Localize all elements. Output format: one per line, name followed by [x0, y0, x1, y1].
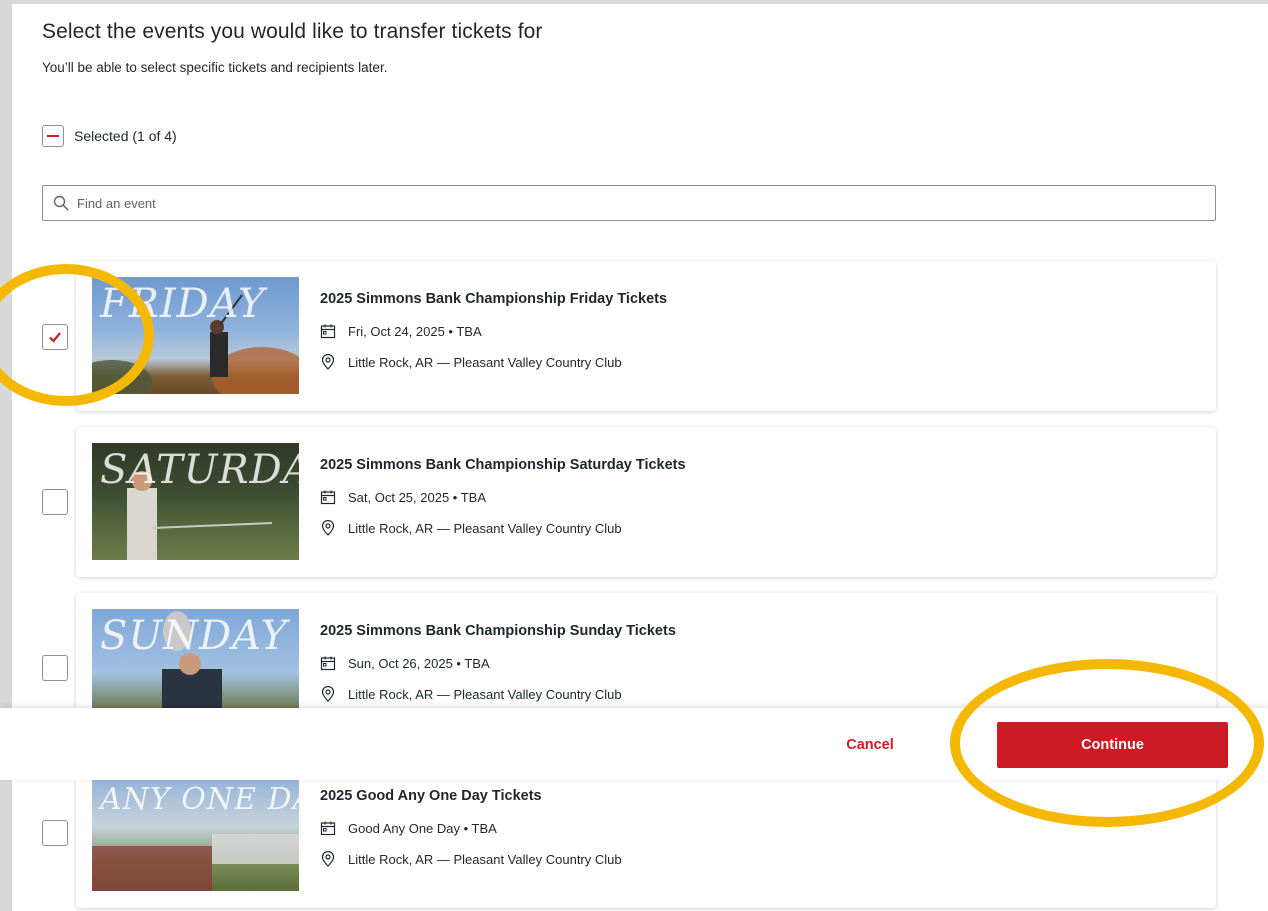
event-title: 2025 Simmons Bank Championship Friday Ti…: [320, 291, 668, 307]
thumbnail-day-label: FRIDAY: [100, 281, 266, 327]
event-date: Fri, Oct 24, 2025 • TBA: [348, 323, 482, 339]
action-footer: Cancel Continue: [0, 708, 1268, 780]
event-title: 2025 Simmons Bank Championship Saturday …: [320, 457, 686, 473]
event-location: Little Rock, AR — Pleasant Valley Countr…: [348, 686, 622, 702]
event-thumbnail: SATURDAY: [92, 443, 299, 560]
checkmark-icon: [49, 332, 61, 343]
calendar-icon: [320, 821, 336, 836]
event-location-row: Little Rock, AR — Pleasant Valley Countr…: [320, 686, 622, 702]
location-pin-icon: [321, 686, 335, 702]
event-date: Sat, Oct 25, 2025 • TBA: [348, 489, 486, 505]
minus-icon: [47, 134, 59, 138]
event-location: Little Rock, AR — Pleasant Valley Countr…: [348, 851, 622, 867]
event-location-row: Little Rock, AR — Pleasant Valley Countr…: [320, 354, 622, 370]
event-title: 2025 Good Any One Day Tickets: [320, 788, 542, 804]
thumbnail-day-label: ANY ONE DAY: [100, 782, 299, 817]
event-checkbox-sunday[interactable]: [42, 655, 68, 681]
event-date: Sun, Oct 26, 2025 • TBA: [348, 655, 490, 671]
selected-count: Selected (1 of 4): [74, 128, 177, 144]
thumbnail-day-label: SUNDAY: [100, 613, 288, 659]
indeterminate-checkbox[interactable]: [42, 125, 64, 147]
location-pin-icon: [321, 851, 335, 867]
thumbnail-day-label: SATURDAY: [100, 447, 299, 493]
event-checkbox-friday[interactable]: [42, 324, 68, 350]
event-card-friday[interactable]: FRIDAY 2025 Simmons Bank Championship Fr…: [76, 261, 1216, 411]
event-date-row: Fri, Oct 24, 2025 • TBA: [320, 323, 482, 339]
event-card-saturday[interactable]: SATURDAY 2025 Simmons Bank Championship …: [76, 427, 1216, 577]
page-title: Select the events you would like to tran…: [42, 20, 543, 43]
event-date-row: Good Any One Day • TBA: [320, 820, 497, 836]
cancel-button[interactable]: Cancel: [820, 730, 920, 760]
event-title: 2025 Simmons Bank Championship Sunday Ti…: [320, 623, 676, 639]
search-bar[interactable]: [42, 185, 1216, 221]
location-pin-icon: [321, 354, 335, 370]
calendar-icon: [320, 490, 336, 505]
search-icon: [53, 195, 69, 211]
event-date-row: Sun, Oct 26, 2025 • TBA: [320, 655, 490, 671]
page-subtitle: You’ll be able to select specific ticket…: [42, 60, 388, 75]
event-date-row: Sat, Oct 25, 2025 • TBA: [320, 489, 486, 505]
event-checkbox-any-one-day[interactable]: [42, 820, 68, 846]
continue-button[interactable]: Continue: [997, 722, 1228, 768]
event-thumbnail: ANY ONE DAY: [92, 774, 299, 891]
location-pin-icon: [321, 520, 335, 536]
event-location: Little Rock, AR — Pleasant Valley Countr…: [348, 354, 622, 370]
event-location: Little Rock, AR — Pleasant Valley Countr…: [348, 520, 622, 536]
event-date: Good Any One Day • TBA: [348, 820, 497, 836]
search-input[interactable]: [77, 195, 1215, 211]
calendar-icon: [320, 324, 336, 339]
event-card-any-one-day[interactable]: ANY ONE DAY 2025 Good Any One Day Ticket…: [76, 758, 1216, 908]
calendar-icon: [320, 656, 336, 671]
select-all-control[interactable]: Selected (1 of 4): [42, 125, 177, 147]
event-location-row: Little Rock, AR — Pleasant Valley Countr…: [320, 851, 622, 867]
event-thumbnail: FRIDAY: [92, 277, 299, 394]
event-location-row: Little Rock, AR — Pleasant Valley Countr…: [320, 520, 622, 536]
event-checkbox-saturday[interactable]: [42, 489, 68, 515]
